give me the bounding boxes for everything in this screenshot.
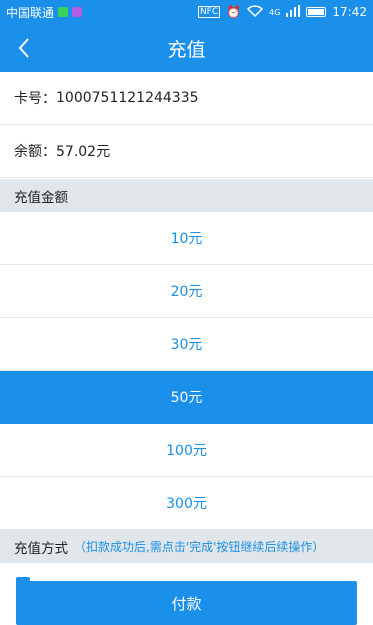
balance-value: 57.02元 [56, 144, 111, 160]
amount-option-30[interactable]: 30元 [0, 318, 373, 371]
chevron-left-icon [18, 38, 29, 58]
app-bar: 充值 [0, 24, 373, 72]
amount-option-10[interactable]: 10元 [0, 212, 373, 265]
amount-option-label: 20元 [170, 284, 203, 300]
page-title: 充值 [167, 38, 206, 61]
amount-option-20[interactable]: 20元 [0, 265, 373, 318]
card-number-value: 1000751121244335 [56, 90, 199, 106]
gallery-notification-icon [72, 7, 83, 17]
balance-row: 余额： 57.02元 [0, 125, 373, 178]
network-type: 4G [269, 7, 281, 17]
pay-button-label: 付款 [171, 594, 202, 613]
wifi-icon [247, 4, 264, 20]
alarm-icon: ⏰ [226, 5, 242, 19]
card-number-label: 卡号： [14, 91, 56, 107]
signal-icon [286, 4, 301, 20]
method-section-hint: （扣款成功后,需点击'完成'按钮继续后续操作） [74, 540, 325, 554]
carrier-name: 中国联通 [6, 5, 55, 20]
status-bar: 中国联通 NFC ⏰ 4G 17:42 [0, 0, 373, 24]
card-number-row: 卡号： 1000751121244335 [0, 72, 373, 125]
back-button[interactable] [10, 34, 38, 62]
amount-option-label: 100元 [166, 443, 207, 459]
amount-option-label: 10元 [170, 231, 203, 247]
amount-option-label: 300元 [166, 496, 207, 512]
battery-icon [306, 7, 327, 17]
amount-option-label: 30元 [170, 337, 203, 353]
balance-label: 余额： [14, 144, 56, 160]
amount-option-label: 50元 [170, 390, 203, 406]
amount-section-header: 充值金额 [0, 179, 373, 212]
nfc-icon: NFC [197, 6, 221, 18]
amount-option-50[interactable]: 50元 [0, 371, 373, 424]
pay-button[interactable]: 付款 [16, 581, 357, 625]
message-notification-icon [58, 7, 69, 17]
amount-section-title: 充值金额 [14, 189, 68, 206]
method-section-title: 充值方式 [14, 540, 68, 557]
amount-option-100[interactable]: 100元 [0, 424, 373, 477]
method-section-header: 充值方式 （扣款成功后,需点击'完成'按钮继续后续操作） [0, 530, 373, 563]
clock: 17:42 [332, 5, 367, 19]
amount-option-300[interactable]: 300元 [0, 477, 373, 530]
